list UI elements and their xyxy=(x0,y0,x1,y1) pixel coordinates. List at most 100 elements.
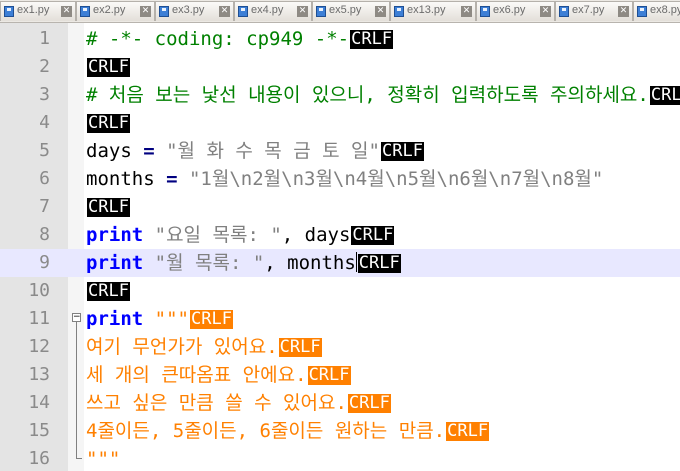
line-number: 16 xyxy=(28,448,50,469)
line-code[interactable]: CRLF xyxy=(86,56,130,78)
line-number: 8 xyxy=(39,224,50,245)
line-code[interactable]: days = "월 화 수 목 금 토 일" CRLF xyxy=(86,140,424,162)
string-literal: "1월\n2월\n3월\n4월\n5월\n6월\n7월\n8월" xyxy=(188,168,604,190)
tab-ex6[interactable]: ex6.py ✕ xyxy=(476,1,555,21)
line-code[interactable]: print "월 목록: ", months CRLF xyxy=(86,252,401,274)
code-line[interactable]: 5 days = "월 화 수 목 금 토 일" CRLF xyxy=(0,137,680,165)
tab-ex5[interactable]: ex5.py ✕ xyxy=(312,1,390,21)
text-cursor xyxy=(355,252,357,272)
tab-ex2[interactable]: ex2.py ✕ xyxy=(76,1,155,21)
eol-marker: CRLF xyxy=(357,253,401,273)
line-code[interactable]: print "요일 목록: ", days CRLF xyxy=(86,224,395,246)
line-number: 2 xyxy=(39,56,50,77)
fold-minus-icon[interactable]: − xyxy=(72,313,81,322)
eol-marker: CRLF xyxy=(350,29,394,49)
string-literal: "월 목록: " xyxy=(143,252,265,274)
operator: = xyxy=(131,140,167,162)
line-number: 10 xyxy=(28,280,50,301)
line-code[interactable]: # 처음 보는 낯선 내용이 있으니, 정확히 입력하도록 주의하세요.CRLF xyxy=(86,84,680,106)
code-line[interactable]: 11 − print """ CRLF xyxy=(0,305,680,333)
line-number: 14 xyxy=(28,392,50,413)
line-code[interactable]: print """ CRLF xyxy=(86,308,233,330)
current-code-line[interactable]: 9 print "월 목록: ", months CRLF xyxy=(0,249,680,277)
code-line[interactable]: 16 """ xyxy=(0,445,680,471)
tab-label: ex3.py xyxy=(172,4,205,16)
code-line[interactable]: 6 months = "1월\n2월\n3월\n4월\n5월\n6월\n7월\n… xyxy=(0,165,680,193)
eol-marker: CRLF xyxy=(446,421,490,441)
code-line[interactable]: 13 세 개의 큰따옴표 안에요. CRLF xyxy=(0,361,680,389)
python-file-icon xyxy=(480,6,490,17)
tab-ex1[interactable]: ex1.py ✕ xyxy=(0,1,76,21)
code-line[interactable]: 1 # -*- coding: cp949 -*- CRLF xyxy=(0,25,680,53)
code-line[interactable]: 12 여기 무언가가 있어요. CRLF xyxy=(0,333,680,361)
tab-ex4[interactable]: ex4.py ✕ xyxy=(234,1,312,21)
eol-marker: CRLF xyxy=(649,86,680,105)
python-file-icon xyxy=(80,6,90,17)
line-number: 11 xyxy=(28,308,50,329)
code-line[interactable]: 2 CRLF xyxy=(0,53,680,81)
eol-marker: CRLF xyxy=(87,57,130,77)
line-code[interactable]: 쓰고 싶은 만큼 쓸 수 있어요. CRLF xyxy=(86,392,391,414)
tab-label: ex8.py xyxy=(650,4,680,16)
identifier: , months xyxy=(264,252,356,274)
line-code[interactable]: # -*- coding: cp949 -*- CRLF xyxy=(86,28,394,50)
python-file-icon xyxy=(238,6,248,17)
python-file-icon xyxy=(559,6,569,17)
string-literal: "월 화 수 목 금 토 일" xyxy=(166,140,380,162)
tab-bar: ex1.py ✕ ex2.py ✕ ex3.py ✕ ex4.py ✕ ex5.py ✕ ex13.… xyxy=(0,0,680,23)
code-line[interactable]: 14 쓰고 싶은 만큼 쓸 수 있어요. CRLF xyxy=(0,389,680,417)
line-number: 5 xyxy=(39,140,50,161)
line-code[interactable]: 세 개의 큰따옴표 안에요. CRLF xyxy=(86,364,351,386)
close-icon[interactable]: ✕ xyxy=(61,6,72,17)
identifier: months xyxy=(86,168,155,190)
line-code[interactable]: 여기 무언가가 있어요. CRLF xyxy=(86,336,322,358)
tab-ex13[interactable]: ex13.py ✕ xyxy=(390,1,476,21)
line-number: 6 xyxy=(39,168,50,189)
line-number: 12 xyxy=(28,336,50,357)
tab-label: ex4.py xyxy=(251,4,284,16)
code-line[interactable]: 3 # 처음 보는 낯선 내용이 있으니, 정확히 입력하도록 주의하세요. CR… xyxy=(0,81,680,109)
line-code[interactable]: 4줄이든, 5줄이든, 6줄이든 원하는 만큼. CRLF xyxy=(86,420,490,442)
python-file-icon xyxy=(4,6,14,17)
tab-ex3[interactable]: ex3.py ✕ xyxy=(155,1,234,21)
string-literal: 4줄이든, 5줄이든, 6줄이든 원하는 만큼. xyxy=(86,420,446,442)
line-code[interactable]: CRLF xyxy=(86,280,130,302)
eol-marker: CRLF xyxy=(87,113,130,133)
string-literal: "요일 목록: " xyxy=(143,224,282,246)
line-number: 9 xyxy=(39,252,50,273)
tab-ex7[interactable]: ex7.py ✕ xyxy=(555,1,633,21)
close-icon[interactable]: ✕ xyxy=(297,6,308,17)
line-code[interactable]: """ xyxy=(86,448,120,470)
eol-marker: CRLF xyxy=(189,309,233,329)
close-icon[interactable]: ✕ xyxy=(540,6,551,17)
string-literal: 여기 무언가가 있어요. xyxy=(86,336,278,358)
comment-text: # 처음 보는 낯선 내용이 있으니, 정확히 입력하도록 주의하세요. xyxy=(86,84,649,106)
comment-text: # -*- coding: cp949 -*- xyxy=(86,28,350,50)
line-number: 13 xyxy=(28,364,50,385)
code-line[interactable]: 10 CRLF xyxy=(0,277,680,305)
close-icon[interactable]: ✕ xyxy=(461,6,472,17)
identifier: days xyxy=(86,140,132,162)
tab-ex8[interactable]: ex8.py xyxy=(633,1,680,21)
close-icon[interactable]: ✕ xyxy=(219,6,230,17)
line-number: 4 xyxy=(39,112,50,133)
python-file-icon xyxy=(159,6,169,17)
keyword: print xyxy=(86,308,144,330)
close-icon[interactable]: ✕ xyxy=(618,6,629,17)
close-icon[interactable]: ✕ xyxy=(140,6,151,17)
code-line[interactable]: 8 print "요일 목록: ", days CRLF xyxy=(0,221,680,249)
line-code[interactable]: CRLF xyxy=(86,196,130,218)
line-code[interactable]: CRLF xyxy=(86,112,130,134)
python-file-icon xyxy=(637,6,647,17)
tab-label: ex1.py xyxy=(17,4,50,16)
code-line[interactable]: 7 CRLF xyxy=(0,193,680,221)
code-line[interactable]: 4 CRLF xyxy=(0,109,680,137)
string-literal: 세 개의 큰따옴표 안에요. xyxy=(86,364,307,386)
line-code[interactable]: months = "1월\n2월\n3월\n4월\n5월\n6월\n7월\n8월… xyxy=(86,168,603,190)
string-literal: """ xyxy=(86,448,121,470)
line-number: 1 xyxy=(39,28,50,49)
eol-marker: CRLF xyxy=(87,197,130,217)
code-editor[interactable]: 1 # -*- coding: cp949 -*- CRLF 2 CRLF 3 #… xyxy=(0,23,680,471)
close-icon[interactable]: ✕ xyxy=(375,6,386,17)
code-line[interactable]: 15 4줄이든, 5줄이든, 6줄이든 원하는 만큼. CRLF xyxy=(0,417,680,445)
